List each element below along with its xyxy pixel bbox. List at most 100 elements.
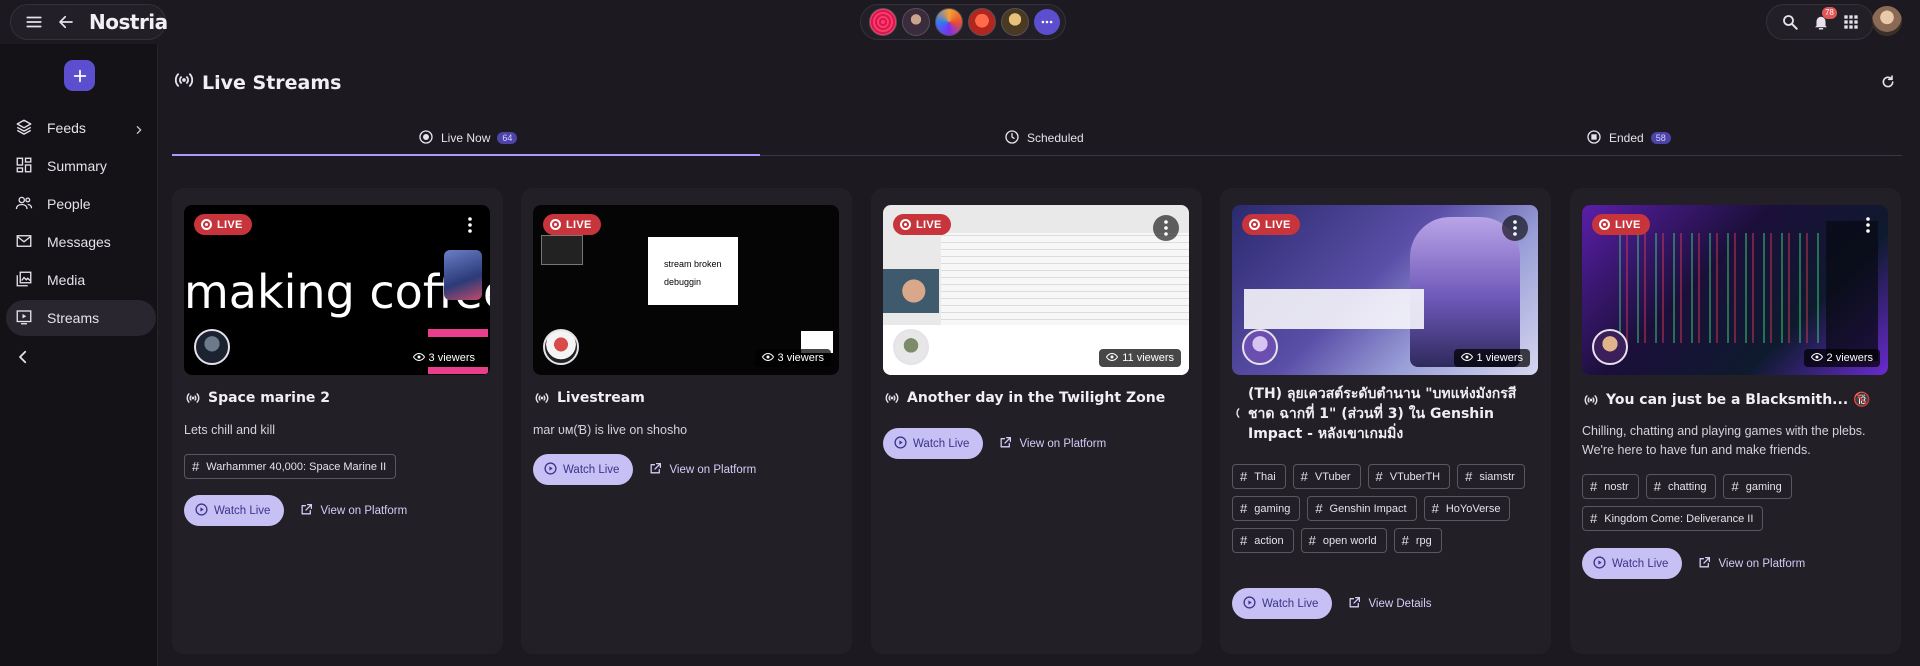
card-actions: Watch Live View on Platform [883, 428, 1106, 459]
more-accounts-button[interactable] [1034, 9, 1060, 35]
tag-chip[interactable]: # Genshin Impact [1307, 496, 1417, 521]
view-on-platform-link[interactable]: View on Platform [1698, 556, 1805, 572]
play-circle-icon [894, 435, 907, 452]
tag-chip[interactable]: # Kingdom Come: Deliverance II [1582, 506, 1764, 531]
notifications-button[interactable]: 78 [1812, 7, 1837, 31]
tag-chip[interactable]: # VTuber [1292, 464, 1361, 489]
watch-live-button[interactable]: Watch Live [1232, 588, 1333, 619]
tag-chip[interactable]: # rpg [1393, 528, 1442, 553]
tab-scheduled[interactable]: Scheduled [1004, 120, 1084, 156]
sidebar-item-media[interactable]: Media [6, 262, 156, 298]
sidebar-item-people[interactable]: People [6, 186, 156, 222]
account-avatar[interactable] [869, 8, 897, 36]
host-avatar[interactable] [1242, 329, 1278, 365]
character-art [1410, 217, 1520, 367]
account-avatar[interactable] [935, 8, 963, 36]
view-details-link[interactable]: View Details [1348, 596, 1432, 612]
watch-live-button[interactable]: Watch Live [1582, 548, 1683, 579]
more-vert-icon[interactable] [460, 215, 480, 235]
tag-chip[interactable]: # action [1232, 528, 1294, 553]
tag-chip[interactable]: # Warhammer 40,000: Space Marine II [184, 454, 397, 479]
dashboard-icon [15, 156, 33, 177]
tab-live-now[interactable]: Live Now 64 [418, 120, 518, 156]
account-avatar[interactable] [968, 8, 996, 36]
more-vert-icon[interactable] [1153, 215, 1179, 241]
stream-title[interactable]: Another day in the Twilight Zone [883, 388, 1189, 411]
tag-chip[interactable]: # gaming [1232, 496, 1301, 521]
search-icon[interactable] [1781, 13, 1799, 31]
tab-ended[interactable]: Ended 58 [1586, 120, 1671, 156]
stream-description: mar ᴜᴍ(Ɓ) is live on shosho [533, 423, 688, 437]
live-badge: LIVE [893, 214, 951, 235]
tag-chip[interactable]: # VTuberTH [1367, 464, 1451, 489]
stream-title[interactable]: You can just be a Blacksmith... 🔞 [1582, 390, 1888, 413]
brand-pill: Nostria [10, 4, 168, 40]
stream-thumbnail[interactable]: stream broken debuggin LIVE 3 viewers [533, 205, 839, 375]
tag-chip[interactable]: # HoYoVerse [1423, 496, 1511, 521]
external-link-icon [999, 436, 1012, 452]
host-avatar[interactable] [1592, 329, 1628, 365]
watch-live-button[interactable]: Watch Live [533, 454, 634, 485]
eye-icon [1106, 352, 1119, 365]
menu-icon[interactable] [25, 13, 43, 31]
active-tab-indicator [172, 154, 760, 156]
overlay-graphic [428, 329, 488, 337]
top-bar: Nostria 78 [0, 0, 1920, 44]
more-vert-icon[interactable] [1858, 215, 1878, 235]
sidebar-item-feeds[interactable]: Feeds [6, 110, 156, 146]
stream-title[interactable]: Space marine 2 [184, 388, 490, 411]
stream-title[interactable]: (TH) ลุยเควสต์ระดับตำนาน "บทแห่งมังกรสีช… [1232, 384, 1538, 444]
host-avatar[interactable] [893, 329, 929, 365]
spreadsheet-image [941, 233, 1189, 333]
stream-thumbnail[interactable]: LIVE 1 viewers [1232, 205, 1538, 375]
account-avatar[interactable] [902, 8, 930, 36]
stream-thumbnail[interactable]: LIVE 11 viewers [883, 205, 1189, 375]
tag-chip[interactable]: # Thai [1232, 464, 1286, 489]
view-on-platform-link[interactable]: View on Platform [300, 503, 407, 519]
tab-label: Ended [1609, 131, 1644, 145]
external-link-icon [1698, 556, 1711, 572]
viewer-count: 3 viewers [754, 349, 831, 367]
account-avatar[interactable] [1001, 8, 1029, 36]
view-on-platform-link[interactable]: View on Platform [999, 436, 1106, 452]
view-on-platform-link[interactable]: View on Platform [649, 462, 756, 478]
host-avatar[interactable] [543, 329, 579, 365]
tag-chip[interactable]: # siamstr [1457, 464, 1525, 489]
thumbnail-card: stream broken debuggin [648, 237, 738, 305]
back-arrow-icon[interactable] [57, 13, 75, 31]
notification-count-badge: 78 [1821, 7, 1837, 19]
tag-chip[interactable]: # chatting [1645, 474, 1717, 499]
tag-chip[interactable]: # open world [1300, 528, 1387, 553]
host-avatar[interactable] [194, 329, 230, 365]
live-badge: LIVE [543, 214, 601, 235]
sidebar-item-summary[interactable]: Summary [6, 148, 156, 184]
eye-icon [761, 352, 774, 365]
app-name[interactable]: Nostria [89, 10, 168, 34]
more-vert-icon[interactable] [1502, 215, 1528, 241]
play-circle-icon [1243, 595, 1256, 612]
sidebar-item-messages[interactable]: Messages [6, 224, 156, 260]
watch-live-button[interactable]: Watch Live [883, 428, 984, 459]
tag-chip[interactable]: # nostr [1582, 474, 1639, 499]
card-actions: Watch Live View Details [1232, 588, 1432, 619]
stop-circle-icon [1586, 129, 1602, 148]
sidebar-item-streams[interactable]: Streams [6, 300, 156, 336]
chevron-right-icon[interactable] [134, 122, 144, 138]
stream-thumbnail[interactable]: LIVE 2 viewers [1582, 205, 1888, 375]
refresh-icon[interactable] [1880, 74, 1896, 95]
page-title-text: Live Streams [202, 71, 342, 94]
user-avatar[interactable] [1872, 6, 1902, 36]
apps-grid-icon[interactable] [1843, 14, 1859, 30]
collapse-sidebar-button[interactable] [14, 348, 32, 371]
create-button[interactable] [64, 60, 95, 91]
watch-live-button[interactable]: Watch Live [184, 495, 285, 526]
tag-list: # nostr # chatting # gaming # Kingdom Come: … [1582, 474, 1892, 531]
eye-icon [412, 352, 425, 365]
stream-thumbnail[interactable]: making coffee LIVE 3 viewers [184, 205, 490, 375]
viewer-count: 1 viewers [1453, 349, 1530, 367]
external-link-icon [1348, 596, 1361, 612]
external-link-icon [300, 503, 313, 519]
stream-title[interactable]: Livestream [533, 388, 839, 411]
tag-chip[interactable]: # gaming [1723, 474, 1792, 499]
viewer-count: 2 viewers [1803, 349, 1880, 367]
